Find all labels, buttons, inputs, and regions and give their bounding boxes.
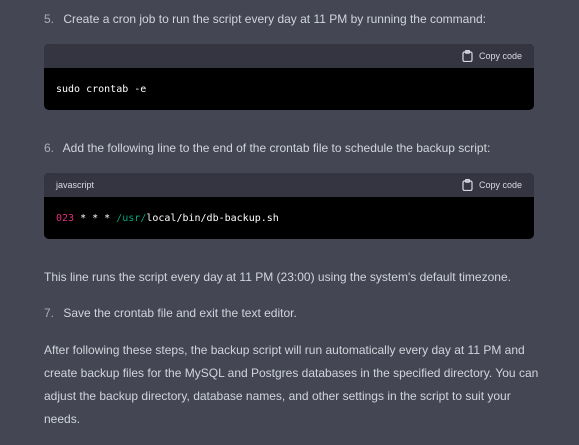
code-line: sudo crontab -e [56, 83, 147, 95]
code-header: Copy code [44, 44, 534, 68]
summary-paragraph: After following these steps, the backup … [44, 343, 539, 426]
copy-code-button[interactable]: Copy code [462, 179, 522, 191]
step-number: 7. [44, 306, 55, 320]
copy-code-label: Copy code [478, 51, 522, 61]
code-block-cron-line: javascript Copy code 0 23 * * * /usr/loc… [44, 173, 534, 239]
clipboard-icon [462, 179, 473, 191]
step-number: 6. [44, 141, 55, 155]
copy-code-button[interactable]: Copy code [462, 50, 522, 62]
code-language: javascript [56, 180, 95, 190]
chat-response: 5. Create a cron job to run the script e… [0, 0, 579, 445]
step-6: 6. Add the following line to the end of … [44, 140, 559, 156]
clipboard-icon [462, 50, 473, 62]
code-block-crontab: Copy code sudo crontab -e [44, 44, 534, 110]
step-number: 5. [44, 12, 55, 26]
code-content: 0 23 * * * /usr/local/bin/db-backup.sh [44, 197, 534, 239]
code-header: javascript Copy code [44, 173, 534, 197]
step-5: 5. Create a cron job to run the script e… [44, 11, 559, 27]
code-token-stars: * * * [74, 212, 117, 224]
code-token-number: 23 [62, 212, 75, 224]
explanation-paragraph: This line runs the script every day at 1… [44, 270, 511, 284]
code-content: sudo crontab -e [44, 68, 534, 110]
step-text: Create a cron job to run the script ever… [63, 12, 487, 26]
step-text: Save the crontab file and exit the text … [63, 306, 297, 320]
code-token-path-rest: local/bin/db-backup.sh [146, 212, 279, 224]
step-7: 7. Save the crontab file and exit the te… [44, 305, 559, 321]
code-token-path: /usr/ [116, 212, 147, 224]
step-text: Add the following line to the end of the… [62, 141, 491, 155]
copy-code-label: Copy code [478, 180, 522, 190]
